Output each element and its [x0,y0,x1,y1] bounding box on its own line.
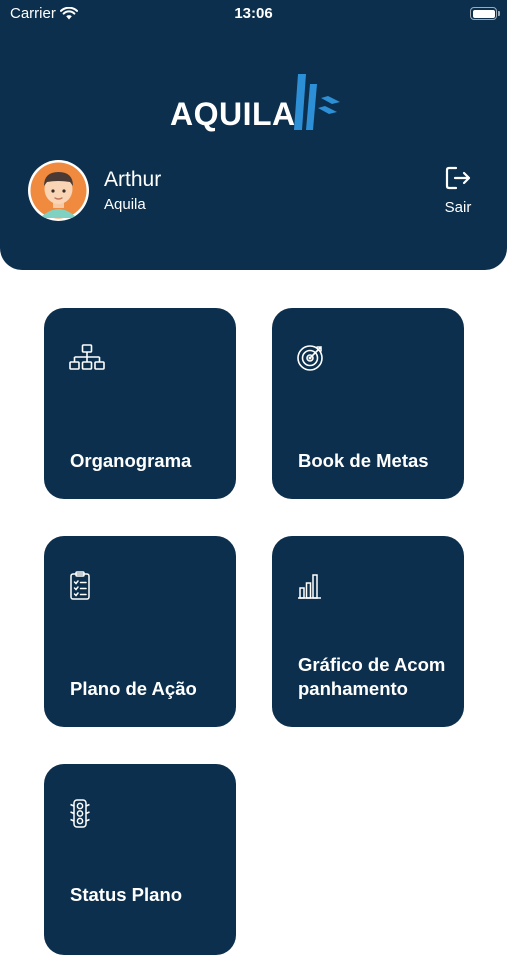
logo-wordmark: AQUILA [170,96,296,132]
logout-button[interactable]: Sair [440,164,476,218]
aquila-logo: AQUILA [168,72,343,132]
user-profile: Arthur Aquila Sair [28,160,488,222]
logout-icon [445,166,471,190]
menu-card-label: Status Plano [70,884,183,905]
menu-card-grafico-de-acompanhamento[interactable]: Gráfico de Acompanhamento [272,536,464,727]
menu-card-label: Organograma [70,450,192,471]
user-company: Aquila [104,196,146,213]
traffic-light-icon [70,799,90,828]
menu-card-status-plano[interactable]: Status Plano [44,764,236,955]
logo-mark-icon [294,74,340,130]
avatar [28,160,89,221]
menu-card-label: Plano de Ação [70,678,197,699]
bar-chart-icon [298,574,321,599]
target-icon [297,345,323,371]
status-time: 13:06 [234,5,273,22]
status-bar: Carrier 13:06 [0,0,507,28]
menu-card-book-de-metas[interactable]: Book de Metas [272,308,464,499]
app-header: Carrier 13:06 AQUILA Arthur Aquila Sair [0,0,507,270]
user-name: Arthur [104,168,162,191]
clipboard-checklist-icon [70,571,90,600]
battery-icon [470,7,500,20]
avatar-icon [30,162,87,219]
org-chart-icon [69,344,105,370]
menu-card-plano-de-acao[interactable]: Plano de Ação [44,536,236,727]
menu-card-organograma[interactable]: Organograma [44,308,236,499]
menu-card-label: Gráfico de Acompanhamento [298,654,446,699]
logout-label: Sair [444,199,472,216]
menu-card-label: Book de Metas [298,450,429,471]
